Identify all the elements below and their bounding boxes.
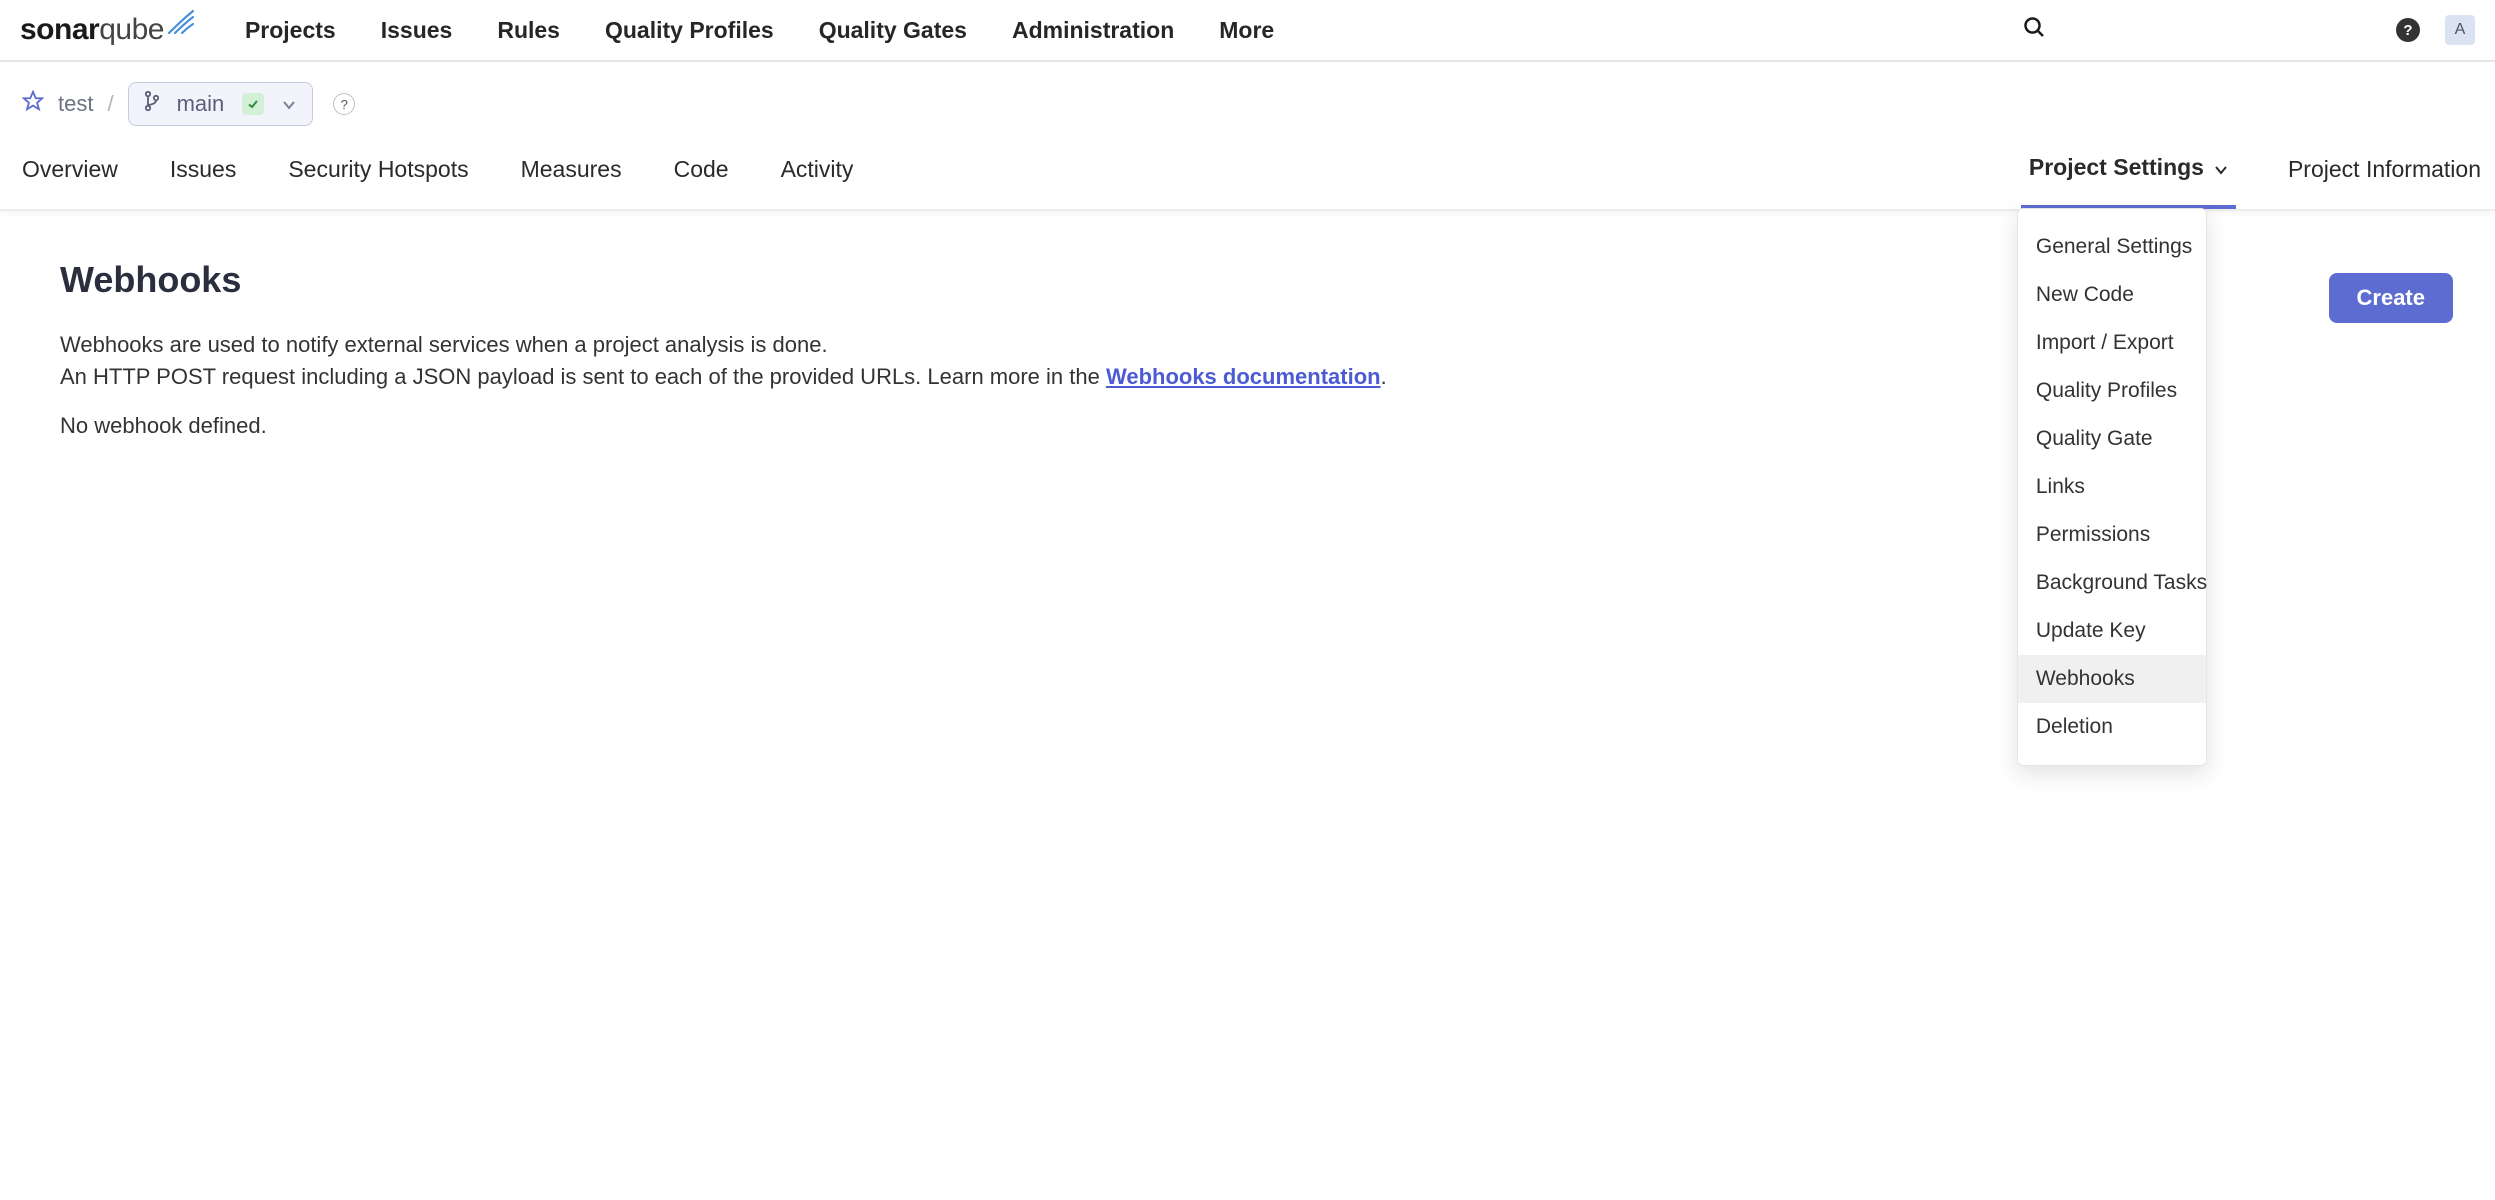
project-tabs: Overview Issues Security Hotspots Measur… bbox=[0, 136, 2495, 211]
nav-rules[interactable]: Rules bbox=[497, 17, 560, 44]
avatar[interactable]: A bbox=[2445, 15, 2475, 45]
topnav-links: Projects Issues Rules Quality Profiles Q… bbox=[245, 17, 2022, 44]
project-settings-label: Project Settings bbox=[2029, 154, 2204, 181]
breadcrumb-bar: test / main ? bbox=[0, 62, 2495, 136]
desc-line2-pre: An HTTP POST request including a JSON pa… bbox=[60, 364, 1106, 389]
branch-name: main bbox=[177, 91, 225, 117]
menu-permissions[interactable]: Permissions bbox=[2018, 511, 2206, 559]
tab-measures[interactable]: Measures bbox=[513, 156, 630, 207]
create-button[interactable]: Create bbox=[2329, 273, 2453, 323]
menu-deletion[interactable]: Deletion bbox=[2018, 703, 2206, 751]
nav-quality-profiles[interactable]: Quality Profiles bbox=[605, 17, 774, 44]
logo-waves-icon bbox=[167, 9, 195, 41]
help-icon[interactable]: ? bbox=[2396, 18, 2420, 42]
branch-help-icon[interactable]: ? bbox=[333, 93, 355, 115]
topnav-right: ? A bbox=[2022, 15, 2475, 45]
menu-links[interactable]: Links bbox=[2018, 463, 2206, 511]
desc-line1: Webhooks are used to notify external ser… bbox=[60, 332, 828, 357]
branch-icon bbox=[145, 91, 159, 117]
tab-activity[interactable]: Activity bbox=[773, 156, 862, 207]
breadcrumb-project[interactable]: test bbox=[58, 91, 93, 117]
nav-administration[interactable]: Administration bbox=[1012, 17, 1174, 44]
branch-selector[interactable]: main bbox=[128, 82, 314, 126]
breadcrumb-separator: / bbox=[107, 91, 113, 117]
nav-projects[interactable]: Projects bbox=[245, 17, 336, 44]
menu-new-code[interactable]: New Code bbox=[2018, 271, 2206, 319]
logo[interactable]: sonarqube bbox=[20, 13, 195, 47]
logo-text: sonarqube bbox=[20, 13, 164, 47]
tab-security-hotspots[interactable]: Security Hotspots bbox=[280, 156, 476, 207]
top-navbar: sonarqube Projects Issues Rules Quality … bbox=[0, 0, 2495, 62]
nav-issues[interactable]: Issues bbox=[381, 17, 453, 44]
search-icon[interactable] bbox=[2022, 15, 2046, 45]
nav-more[interactable]: More bbox=[1219, 17, 1274, 44]
project-settings-dropdown[interactable]: Project Settings General Settings New Co… bbox=[2021, 154, 2236, 209]
menu-quality-gate[interactable]: Quality Gate bbox=[2018, 415, 2206, 463]
chevron-down-icon bbox=[282, 92, 296, 116]
favorite-star-icon[interactable] bbox=[22, 90, 44, 118]
menu-general-settings[interactable]: General Settings bbox=[2018, 223, 2206, 271]
menu-background-tasks[interactable]: Background Tasks bbox=[2018, 559, 2206, 607]
desc-line2-post: . bbox=[1381, 364, 1387, 389]
menu-update-key[interactable]: Update Key bbox=[2018, 607, 2206, 655]
nav-quality-gates[interactable]: Quality Gates bbox=[819, 17, 967, 44]
menu-webhooks[interactable]: Webhooks bbox=[2018, 655, 2206, 703]
menu-quality-profiles[interactable]: Quality Profiles bbox=[2018, 367, 2206, 415]
menu-import-export[interactable]: Import / Export bbox=[2018, 319, 2206, 367]
webhooks-documentation-link[interactable]: Webhooks documentation bbox=[1106, 364, 1381, 389]
tab-code[interactable]: Code bbox=[666, 156, 737, 207]
tab-issues[interactable]: Issues bbox=[162, 156, 244, 207]
tab-overview[interactable]: Overview bbox=[14, 156, 126, 207]
chevron-down-icon bbox=[2214, 154, 2228, 181]
project-information-link[interactable]: Project Information bbox=[2280, 156, 2481, 207]
branch-status-check-icon bbox=[242, 93, 264, 115]
project-settings-menu: General Settings New Code Import / Expor… bbox=[2017, 208, 2207, 766]
